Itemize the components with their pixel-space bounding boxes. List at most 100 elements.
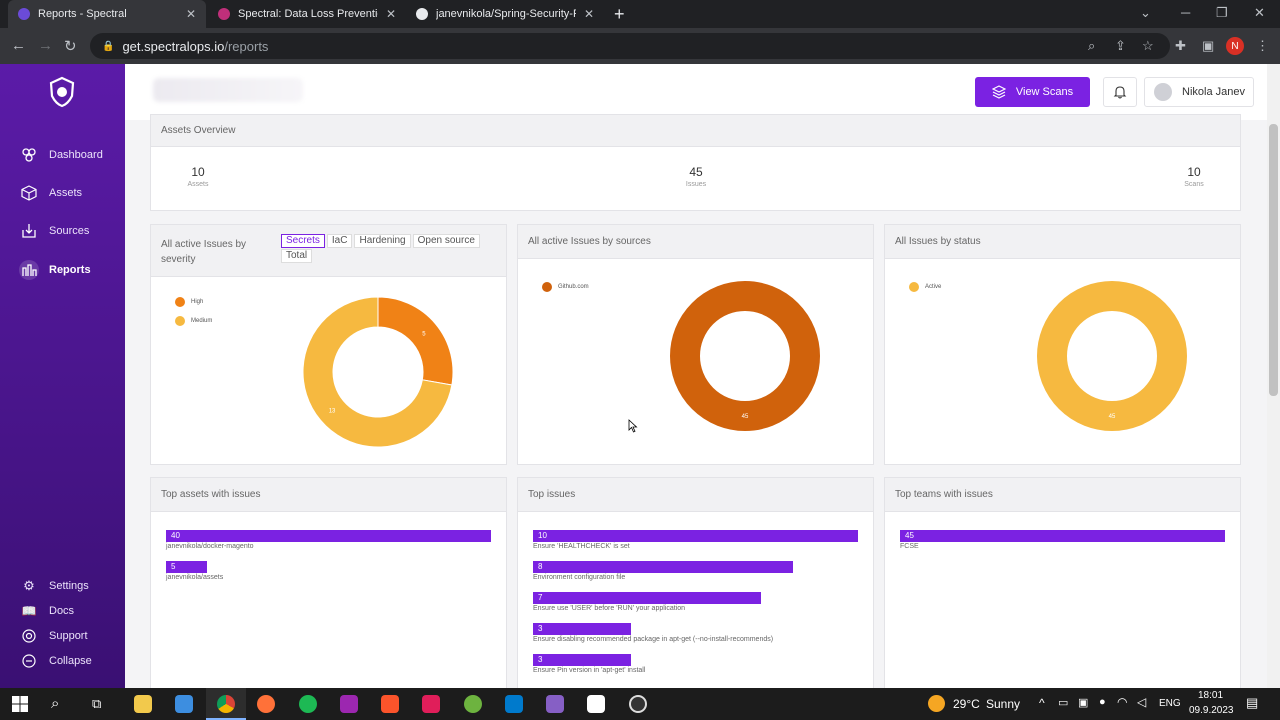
bar-list-item[interactable]: 40 janevnikola/docker-magento [166,530,491,550]
vscode-icon[interactable] [505,695,523,713]
spotify-icon[interactable] [299,695,317,713]
user-menu-button[interactable]: Nikola Janev [1144,77,1254,107]
bar-list-item[interactable]: 10 Ensure 'HEALTHCHECK' is set [533,530,858,550]
layers-icon [991,85,1006,99]
share-icon[interactable]: ⇪ [1115,38,1126,54]
maximize-icon[interactable]: ❐ [1216,5,1228,21]
legend-item[interactable]: Github.com [542,282,589,292]
search-icon[interactable]: ⌕ [51,695,59,712]
close-tab-icon[interactable]: ✕ [186,7,196,21]
address-bar[interactable]: 🔒 get.spectralops.io/reports [90,33,1170,59]
bar-label: janevnikola/docker-magento [166,543,254,550]
sidebar-item-reports[interactable]: Reports [0,256,125,284]
microphone-icon[interactable]: ● [1099,696,1106,708]
weather-text: Sunny [986,697,1021,711]
donut-slice-high[interactable] [377,296,454,386]
donut-slice-github-com[interactable] [670,281,820,431]
windows-start-icon[interactable] [12,696,28,712]
card-title: Top issues [518,478,873,512]
profile-avatar[interactable]: N [1226,37,1244,55]
minimize-icon[interactable]: ─ [1181,5,1190,20]
bar-value: 8 [533,561,793,573]
stat-issues[interactable]: 45 Issues [666,165,726,188]
filter-total[interactable]: Total [281,249,313,263]
language-indicator[interactable]: ENG [1159,698,1181,709]
filter-secrets[interactable]: Secrets [281,234,325,248]
legend-item[interactable]: Medium [175,316,212,326]
sidebar-item-dashboard[interactable]: Dashboard [0,141,125,169]
bookmark-star-icon[interactable]: ☆ [1142,38,1154,54]
bar-value: 40 [166,530,491,542]
battery-icon[interactable]: ▭ [1058,696,1068,709]
url-path: /reports [224,38,269,54]
bar-list-item[interactable]: 3 Ensure Pin version in 'apt-get' install [533,654,645,674]
tab-spectral-dlp[interactable]: Spectral: Data Loss Prevention So ✕ [208,0,406,28]
stat-assets[interactable]: 10 Assets [168,165,228,188]
task-view-icon[interactable]: ⧉ [92,696,101,712]
sidebar-item-assets[interactable]: Assets [0,179,125,207]
bar-label: Ensure Pin version in 'apt-get' install [533,667,646,674]
forward-icon[interactable]: → [38,37,53,54]
sidebar-item-docs[interactable]: 📖 Docs [0,597,125,625]
brave-icon[interactable] [381,695,399,713]
filter-hardening[interactable]: Hardening [354,234,411,248]
severity-donut-chart: 513 [302,296,454,448]
chrome-icon[interactable] [217,695,235,713]
close-tab-icon[interactable]: ✕ [386,7,396,21]
bar-value: 5 [166,561,207,573]
zoom-icon[interactable]: ⌕ [1088,38,1095,54]
intellij-icon[interactable] [340,695,358,713]
window-close-icon[interactable]: ✕ [1254,5,1265,21]
bar-list-item[interactable]: 5 janevnikola/assets [166,561,223,581]
side-panel-icon[interactable]: ▣ [1202,38,1214,54]
firefox-icon[interactable] [257,695,275,713]
bar-list-item[interactable]: 3 Ensure disabling recommended package in… [533,623,773,643]
tab-reports[interactable]: Reports - Spectral ✕ [8,0,206,28]
spring-tools-icon[interactable] [464,695,482,713]
mouse-cursor-icon [628,419,638,433]
scrollbar-thumb[interactable] [1269,124,1278,396]
sidebar-item-label: Reports [49,264,91,276]
stat-scans[interactable]: 10 Scans [1164,165,1224,188]
clock-time[interactable]: 18:01 [1198,690,1223,701]
weather-sun-icon[interactable] [928,695,945,712]
clock-date[interactable]: 09.9.2023 [1189,705,1234,716]
slack-icon[interactable] [422,695,440,713]
sidebar-item-collapse[interactable]: Collapse [0,647,125,675]
visual-studio-icon[interactable] [546,695,564,713]
notifications-button[interactable] [1103,77,1137,107]
mail-icon[interactable] [175,695,193,713]
donut-slice-active[interactable] [1037,281,1187,431]
legend-item[interactable]: Active [909,282,941,292]
bar-list-item[interactable]: 45 FCSE [900,530,1225,550]
obs-icon[interactable] [629,695,647,713]
meet-icon[interactable]: ▣ [1078,696,1088,709]
stat-label: Assets [187,181,209,188]
file-explorer-icon[interactable] [134,695,152,713]
sidebar-item-sources[interactable]: Sources [0,217,125,245]
back-icon[interactable]: ← [11,37,26,54]
page-scrollbar[interactable] [1267,64,1280,688]
filter-iac[interactable]: IaC [326,234,353,248]
browser-menu-icon[interactable]: ⋮ [1256,38,1269,54]
bar-list-item[interactable]: 8 Environment configuration file [533,561,793,581]
spectral-logo-icon[interactable] [48,76,76,108]
sidebar-item-support[interactable]: Support [0,622,125,650]
bar-list-item[interactable]: 7 Ensure use 'USER' before 'RUN' your app… [533,592,761,612]
tray-chevron-icon[interactable]: ^ [1039,696,1045,710]
tab-search-icon[interactable]: ⌄ [1140,5,1151,21]
close-tab-icon[interactable]: ✕ [584,7,594,21]
network-icon[interactable]: ◠ [1117,695,1127,709]
volume-icon[interactable]: ◁ [1137,695,1146,709]
tab-github[interactable]: janevnikola/Spring-Security-Full- ✕ [406,0,604,28]
legend-item[interactable]: High [175,297,203,307]
notifications-icon[interactable]: ▤ [1246,695,1258,711]
filter-open-source[interactable]: Open source [412,234,480,248]
notion-icon[interactable] [587,695,605,713]
extensions-icon[interactable]: ✚ [1175,38,1186,54]
severity-filter-chips: Secrets IaC Hardening Open source Total [281,234,491,264]
sidebar-item-settings[interactable]: ⚙ Settings [0,572,125,600]
reload-icon[interactable]: ↻ [64,37,77,55]
view-scans-button[interactable]: View Scans [975,77,1090,107]
new-tab-icon[interactable]: + [614,4,625,25]
